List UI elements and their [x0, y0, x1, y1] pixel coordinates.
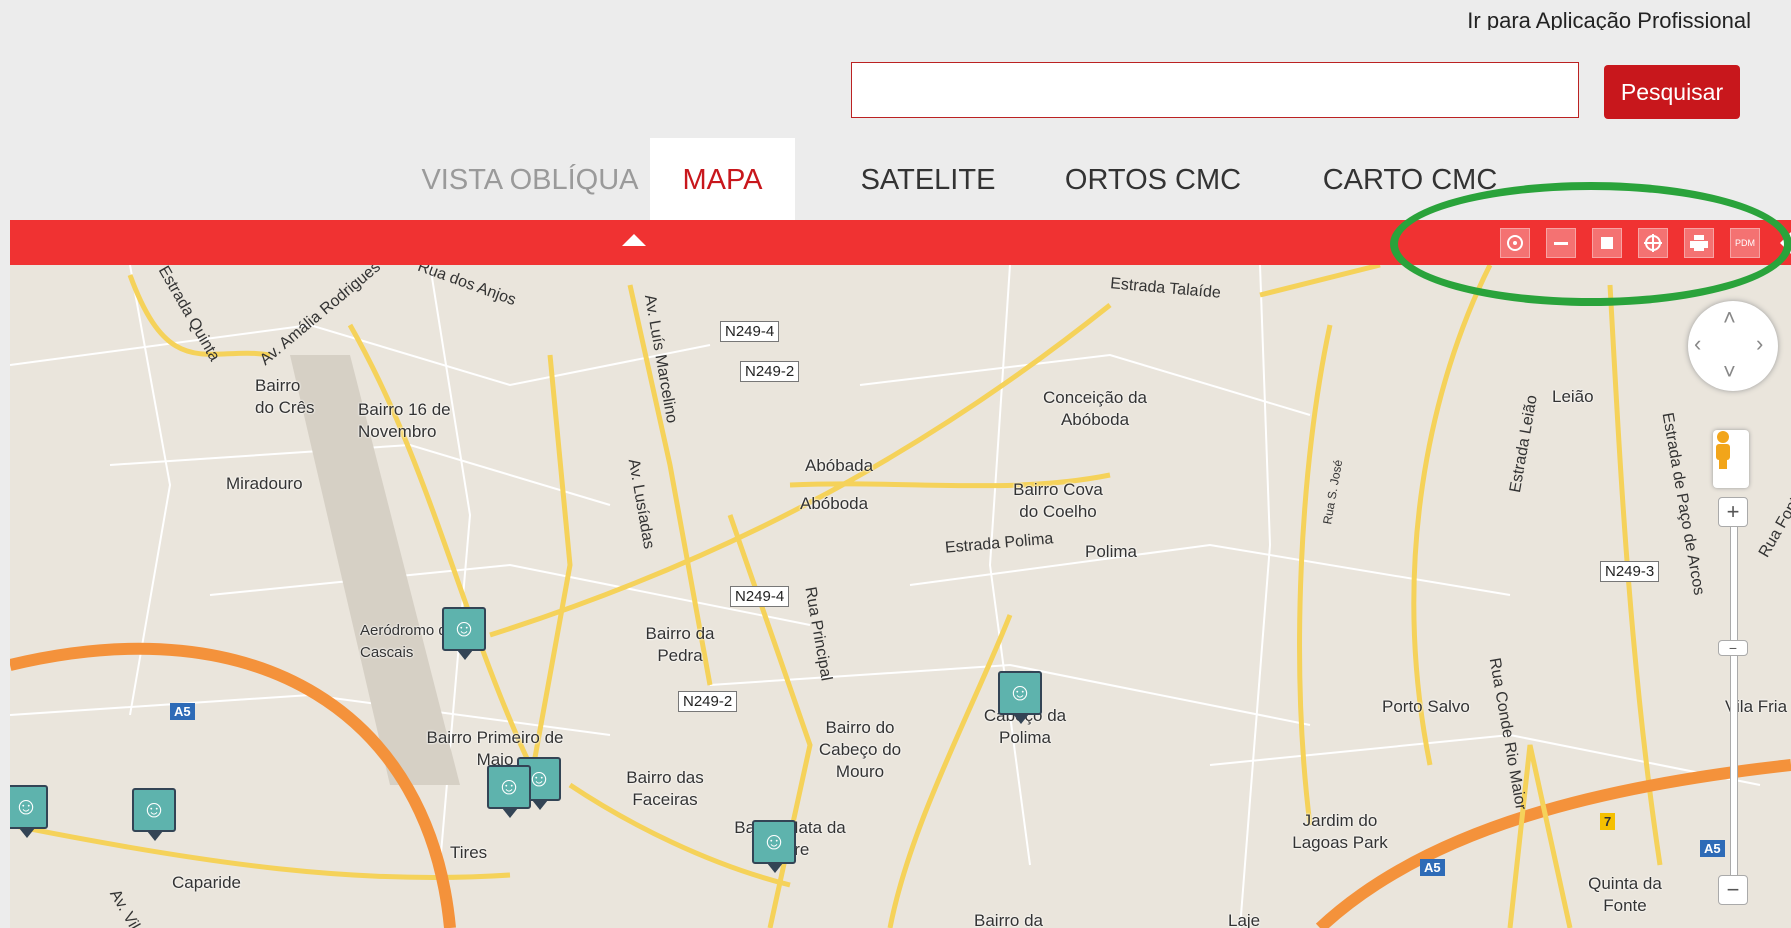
tab-ortos-cmc[interactable]: ORTOS CMC: [1043, 138, 1263, 222]
pro-application-link[interactable]: Ir para Aplicação Profissional: [1467, 10, 1751, 30]
highway-shield: A5: [1700, 840, 1725, 857]
target-tool-icon[interactable]: [1500, 228, 1530, 258]
place-label: Leião: [1552, 387, 1594, 406]
zoom-in-button[interactable]: +: [1718, 497, 1748, 527]
place-label: Bairro do Crês: [255, 376, 315, 417]
road-shield: N249-2: [678, 691, 738, 712]
tab-vista-obliqua[interactable]: VISTA OBLÍQUA: [405, 138, 655, 222]
place-label: Jardim do Lagoas Park: [1292, 811, 1388, 852]
place-label: Conceição da Abóboda: [1043, 388, 1147, 429]
zoom-out-button[interactable]: −: [1718, 875, 1748, 905]
highway-shield: 7: [1600, 813, 1616, 830]
place-label: Caparide: [172, 873, 241, 892]
expand-left-arrow-icon[interactable]: [1780, 232, 1791, 254]
area-tool-icon[interactable]: [1592, 228, 1622, 258]
place-label: Bairro Cova do Coelho: [1013, 480, 1103, 521]
tab-mapa[interactable]: MAPA: [650, 138, 795, 222]
map-roads: [10, 265, 1791, 928]
road-shield: N249-3: [1600, 561, 1660, 582]
tab-satelite[interactable]: SATELITE: [833, 138, 1023, 222]
pdm-icon[interactable]: PDM: [1730, 228, 1760, 258]
road-shield: N249-4: [730, 586, 790, 607]
search-button[interactable]: Pesquisar: [1604, 65, 1740, 119]
place-label: Bairro 16 de Novembro: [358, 400, 451, 441]
place-label: Bairro da: [974, 911, 1043, 928]
theater-masks-icon[interactable]: ☺: [10, 785, 48, 838]
chevron-down-icon[interactable]: ˅: [1723, 359, 1736, 385]
street-view-pegman-icon[interactable]: [1713, 430, 1749, 488]
chevron-right-icon[interactable]: ›: [1756, 331, 1763, 357]
place-label: Bairro do Cabeço do Mouro: [818, 718, 902, 781]
place-label: Tires: [450, 843, 488, 862]
zoom-slider-track[interactable]: [1730, 510, 1738, 892]
theater-masks-icon[interactable]: ☺: [998, 671, 1042, 724]
place-label: Porto Salvo: [1382, 697, 1470, 716]
theater-masks-icon[interactable]: ☺: [752, 820, 796, 873]
map-canvas[interactable]: Bairro do Crês Bairro 16 de Novembro Mir…: [10, 265, 1791, 928]
place-label: Bairro da Pedra: [645, 624, 715, 665]
highway-shield: A5: [170, 703, 195, 720]
pan-control[interactable]: ˄ ˅ ‹ ›: [1688, 301, 1778, 391]
pdm-label: PDM: [1735, 238, 1755, 248]
place-label: Abóboda: [800, 494, 869, 513]
theater-masks-icon[interactable]: ☺: [442, 607, 486, 660]
map-toolbar: PDM: [10, 220, 1791, 265]
road-shield: N249-4: [720, 321, 780, 342]
map-tools: PDM: [1500, 228, 1760, 258]
crosshair-tool-icon[interactable]: [1638, 228, 1668, 258]
theater-masks-icon[interactable]: ☺: [487, 765, 531, 818]
place-label: Abóbada: [805, 456, 874, 475]
print-icon[interactable]: [1684, 228, 1714, 258]
tab-carto-cmc[interactable]: CARTO CMC: [1300, 138, 1520, 222]
collapse-up-arrow-icon[interactable]: [622, 234, 646, 246]
highway-shield: A5: [1420, 859, 1445, 876]
search-input[interactable]: [851, 62, 1579, 118]
place-label: Miradouro: [226, 474, 303, 493]
road-shield: N249-2: [740, 361, 800, 382]
theater-masks-icon[interactable]: ☺: [132, 788, 176, 841]
line-tool-icon[interactable]: [1546, 228, 1576, 258]
chevron-up-icon[interactable]: ˄: [1723, 305, 1736, 331]
zoom-slider-handle[interactable]: −: [1718, 640, 1748, 656]
header: Ir para Aplicação Profissional Pesquisar…: [10, 10, 1791, 222]
place-label: Polima: [1085, 542, 1137, 561]
chevron-left-icon[interactable]: ‹: [1694, 331, 1701, 357]
place-label: Bairro das Faceiras: [626, 768, 704, 809]
place-label: Laje: [1228, 911, 1261, 928]
place-label: Quinta da Fonte: [1588, 874, 1662, 915]
